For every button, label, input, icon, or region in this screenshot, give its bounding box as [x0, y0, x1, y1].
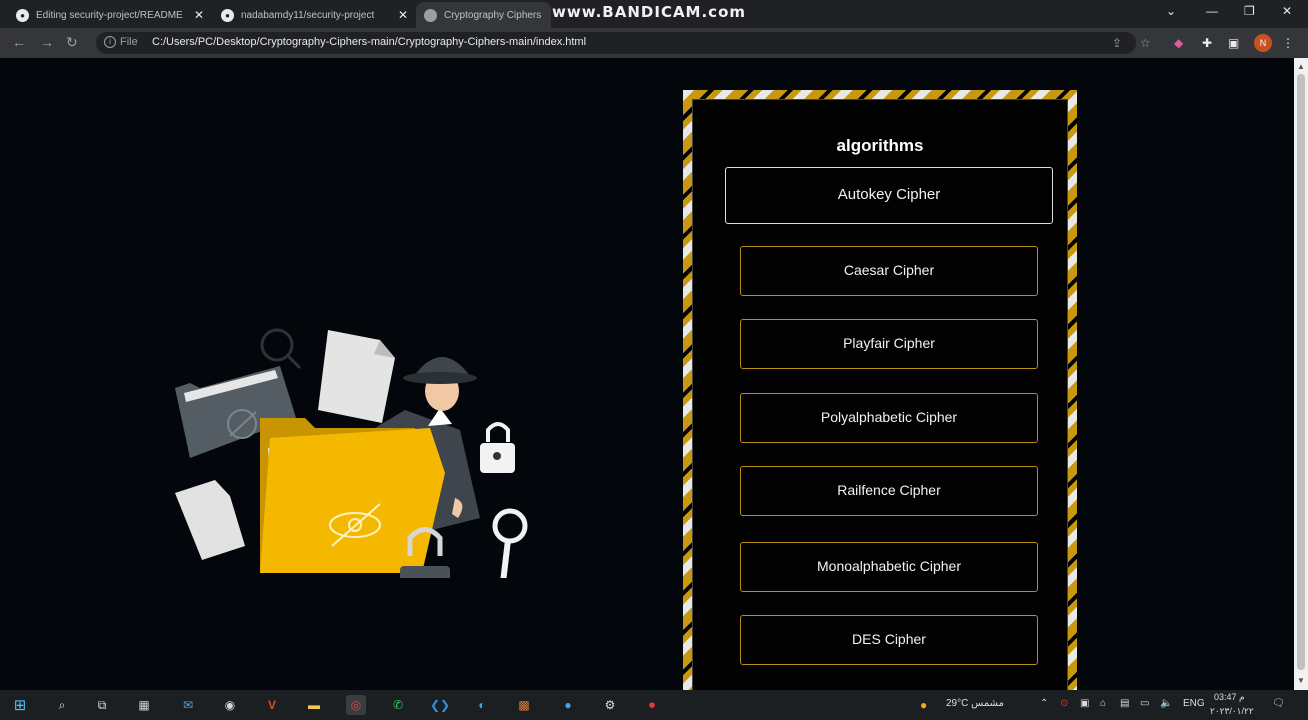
profile-avatar[interactable]: N	[1254, 34, 1272, 52]
playfair-cipher-button[interactable]: Playfair Cipher	[740, 319, 1038, 369]
forward-icon[interactable]: →	[40, 34, 54, 50]
page-viewport: algorithms Autokey Cipher Caesar Cipher …	[0, 58, 1294, 690]
monoalphabetic-cipher-button[interactable]: Monoalphabetic Cipher	[740, 542, 1038, 592]
close-tab-icon[interactable]: ✕	[194, 8, 204, 22]
edge-icon[interactable]: ◐	[472, 695, 492, 715]
tab-title: Cryptography Ciphers	[444, 9, 542, 21]
file-explorer-icon[interactable]: ▬	[304, 695, 324, 715]
close-window-icon[interactable]: ✕	[1282, 4, 1292, 18]
side-panel-icon[interactable]: ▣	[1228, 36, 1239, 50]
panel-title: algorithms	[836, 136, 924, 155]
caesar-cipher-button[interactable]: Caesar Cipher	[740, 246, 1038, 296]
minimize-icon[interactable]: —	[1206, 4, 1218, 18]
scroll-thumb[interactable]	[1297, 74, 1305, 670]
battery-icon[interactable]: ▭	[1140, 698, 1149, 709]
chrome-icon[interactable]: ◎	[346, 695, 366, 715]
page-scrollbar[interactable]: ▲ ▼	[1294, 58, 1308, 690]
volume-icon[interactable]: 🔈	[1160, 698, 1172, 709]
windows-start-icon[interactable]: ⊞	[10, 695, 30, 715]
back-icon[interactable]: ←	[12, 34, 26, 50]
github-icon: ●	[221, 8, 234, 22]
task-view-icon[interactable]: ⧉	[92, 695, 112, 715]
menu-kebab-icon[interactable]: ⋮	[1282, 36, 1294, 50]
share-icon[interactable]: ⇪	[1112, 36, 1122, 50]
address-scheme: File	[120, 36, 138, 48]
bookmark-star-icon[interactable]: ☆	[1140, 36, 1151, 50]
globe-icon	[424, 8, 437, 22]
close-tab-icon[interactable]: ✕	[398, 8, 408, 22]
algorithms-panel: algorithms Autokey Cipher Caesar Cipher …	[692, 99, 1068, 690]
whatsapp-icon[interactable]: ✆	[388, 695, 408, 715]
tray-app-icon[interactable]: ▤	[1120, 698, 1129, 709]
tab-search-icon[interactable]: ⌄	[1166, 4, 1176, 18]
site-info-icon[interactable]: i	[104, 36, 116, 48]
tray-chevron-icon[interactable]: ⌃	[1040, 698, 1048, 709]
reload-icon[interactable]: ↻	[66, 34, 78, 51]
des-cipher-button[interactable]: DES Cipher	[740, 615, 1038, 665]
tab-editing-readme[interactable]: ● Editing security-project/README ✕	[8, 2, 213, 28]
yellow-folder-icon	[260, 418, 445, 573]
language-indicator[interactable]: ENG	[1183, 698, 1205, 709]
document-paper-icon	[318, 330, 395, 423]
tray-record-icon[interactable]: ⊙	[1060, 698, 1068, 709]
weather-text[interactable]: 29°C مشمس	[946, 698, 1004, 709]
tray-app-icon[interactable]: ⌂	[1100, 698, 1106, 709]
scroll-up-icon[interactable]: ▲	[1297, 62, 1305, 71]
github-icon: ●	[16, 8, 29, 22]
tab-title: Editing security-project/README	[36, 9, 183, 21]
address-bar[interactable]: i File C:/Users/PC/Desktop/Cryptography-…	[96, 32, 1136, 54]
mail-icon[interactable]: ✉	[178, 695, 198, 715]
padlock-icon	[480, 422, 515, 473]
extension-colorful-icon[interactable]: ◆	[1174, 36, 1183, 50]
maximize-icon[interactable]: ❐	[1244, 4, 1255, 18]
tab-security-project[interactable]: ● nadabamdy11/security-project ✕	[213, 2, 416, 28]
autokey-cipher-button[interactable]: Autokey Cipher	[725, 167, 1053, 224]
clock-date[interactable]: ٢٠٢٣/٠١/٢٢	[1210, 706, 1254, 717]
clock-time[interactable]: 03:47 م	[1214, 692, 1245, 703]
app-icon[interactable]: V	[262, 695, 282, 715]
magnifier-icon	[260, 328, 302, 370]
browser-tab-bar: ● Editing security-project/README ✕ ● na…	[0, 0, 1308, 28]
settings-gear-icon[interactable]: ⚙	[600, 695, 620, 715]
app-icon[interactable]: ◉	[220, 695, 240, 715]
railfence-cipher-button[interactable]: Railfence Cipher	[740, 466, 1038, 516]
weather-icon[interactable]: ●	[920, 698, 927, 712]
search-icon[interactable]: ⌕	[52, 695, 72, 715]
tab-cryptography-ciphers[interactable]: Cryptography Ciphers	[416, 2, 551, 28]
app-icon[interactable]: ▩	[514, 695, 534, 715]
tray-app-icon[interactable]: ▣	[1080, 698, 1089, 709]
scroll-down-icon[interactable]: ▼	[1297, 676, 1305, 685]
polyalphabetic-cipher-button[interactable]: Polyalphabetic Cipher	[740, 393, 1038, 443]
browser-toolbar: ← → ↻ i File C:/Users/PC/Desktop/Cryptog…	[0, 28, 1308, 58]
hacker-illustration	[175, 328, 528, 578]
windows-taskbar: ⊞ ⌕ ⧉ ▦ ✉ ◉ V ▬ ◎ ✆ ❮❯ ◐ ▩ ● ⚙ ⏺ ● 29°C …	[0, 690, 1308, 720]
extensions-puzzle-icon[interactable]: ✚	[1202, 36, 1212, 50]
document-paper-icon	[175, 480, 245, 560]
notifications-icon[interactable]: 🗨	[1272, 698, 1285, 709]
tab-title: nadabamdy11/security-project	[241, 9, 375, 21]
vscode-icon[interactable]: ❮❯	[430, 695, 450, 715]
address-url[interactable]: C:/Users/PC/Desktop/Cryptography-Ciphers…	[152, 36, 586, 48]
bandicam-watermark: www.BANDICAM.com	[552, 3, 747, 21]
algorithms-panel-frame: algorithms Autokey Cipher Caesar Cipher …	[683, 90, 1077, 690]
app-icon[interactable]: ●	[558, 695, 578, 715]
app-icon[interactable]: ▦	[134, 695, 154, 715]
key-icon	[492, 508, 528, 578]
record-icon[interactable]: ⏺	[642, 695, 662, 715]
